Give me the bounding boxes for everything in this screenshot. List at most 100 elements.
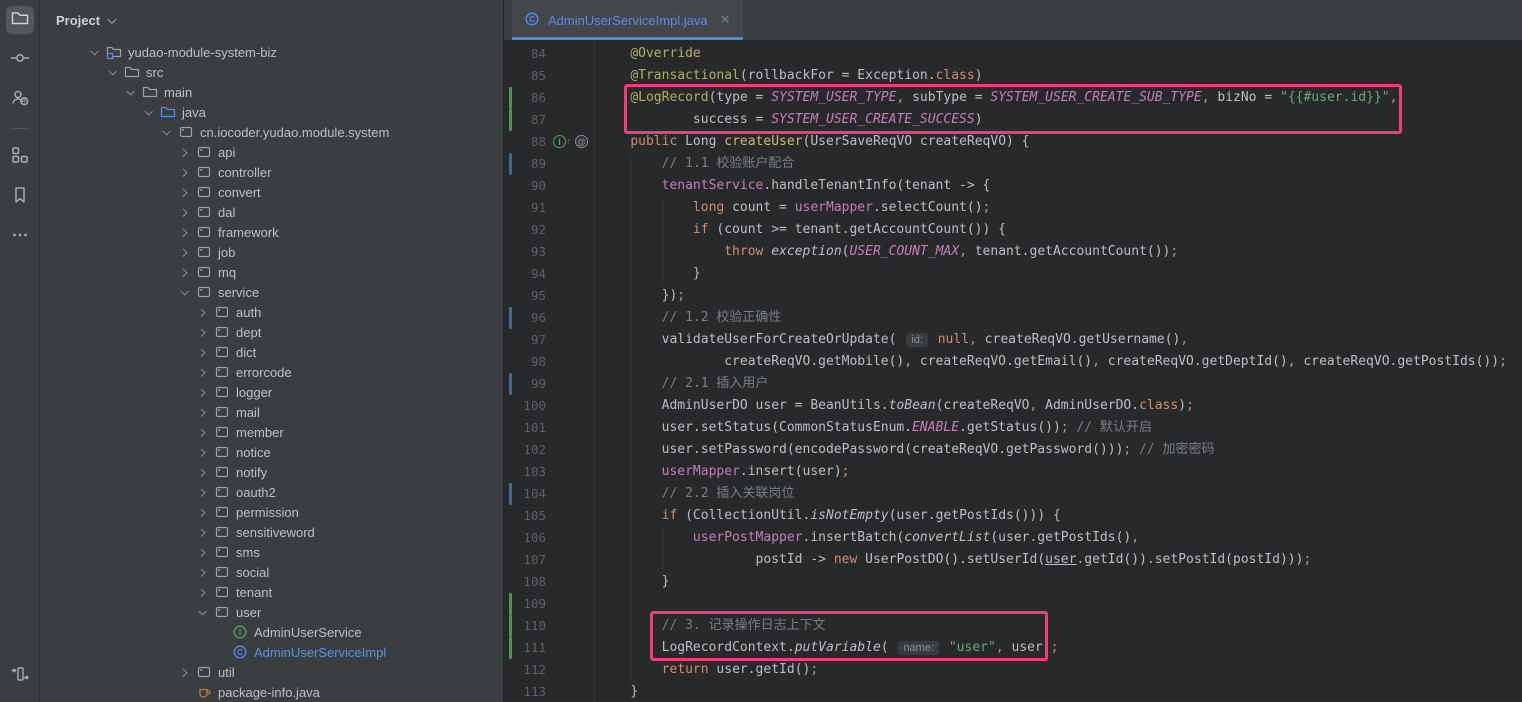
- code-line-84[interactable]: 84 @Override: [504, 43, 1522, 65]
- code-line-111[interactable]: 111 LogRecordContext.putVariable( name: …: [504, 637, 1522, 659]
- line-number[interactable]: 101: [504, 417, 546, 439]
- tree-item-src[interactable]: src: [40, 62, 503, 82]
- tree-chevron-icon[interactable]: [172, 269, 195, 275]
- tree-chevron-icon[interactable]: [190, 569, 213, 575]
- tree-chevron-icon[interactable]: [190, 429, 213, 435]
- tree-item-notify[interactable]: notify: [40, 462, 503, 482]
- tree-item-dept[interactable]: dept: [40, 322, 503, 342]
- line-number[interactable]: 110: [504, 615, 546, 637]
- line-number[interactable]: 90: [504, 175, 546, 197]
- code-line-102[interactable]: 102 user.setPassword(encodePassword(crea…: [504, 439, 1522, 461]
- tree-item-dal[interactable]: dal: [40, 202, 503, 222]
- tree-item-framework[interactable]: framework: [40, 222, 503, 242]
- tree-item-api[interactable]: api: [40, 142, 503, 162]
- line-number[interactable]: 109: [504, 593, 546, 615]
- line-number[interactable]: 100: [504, 395, 546, 417]
- line-number[interactable]: 94: [504, 263, 546, 285]
- code-line-110[interactable]: 110 // 3. 记录操作日志上下文: [504, 615, 1522, 637]
- implements-icon[interactable]: I: [553, 135, 566, 148]
- tree-chevron-icon[interactable]: [190, 349, 213, 355]
- code-line-104[interactable]: 104 // 2.2 插入关联岗位: [504, 483, 1522, 505]
- code-line-91[interactable]: 91 long count = userMapper.selectCount()…: [504, 197, 1522, 219]
- tree-chevron-icon[interactable]: [190, 309, 213, 315]
- tree-chevron-icon[interactable]: [118, 89, 141, 95]
- tree-item-java[interactable]: java: [40, 102, 503, 122]
- code-line-90[interactable]: 90 tenantService.handleTenantInfo(tenant…: [504, 175, 1522, 197]
- code-line-96[interactable]: 96 // 1.2 校验正确性: [504, 307, 1522, 329]
- tree-item-user[interactable]: user: [40, 602, 503, 622]
- tree-chevron-icon[interactable]: [172, 249, 195, 255]
- code-line-99[interactable]: 99 // 2.1 插入用户: [504, 373, 1522, 395]
- tree-chevron-icon[interactable]: [190, 369, 213, 375]
- line-number[interactable]: 87: [504, 109, 546, 131]
- line-number[interactable]: 93: [504, 241, 546, 263]
- code-line-98[interactable]: 98 createReqVO.getMobile(), createReqVO.…: [504, 351, 1522, 373]
- tree-chevron-icon[interactable]: [154, 129, 177, 135]
- line-number[interactable]: 106: [504, 527, 546, 549]
- code-line-112[interactable]: 112 return user.getId();: [504, 659, 1522, 681]
- line-number[interactable]: 102: [504, 439, 546, 461]
- tree-chevron-icon[interactable]: [190, 609, 213, 615]
- line-number[interactable]: 91: [504, 197, 546, 219]
- line-number[interactable]: 99: [504, 373, 546, 395]
- tree-chevron-icon[interactable]: [172, 169, 195, 175]
- pull-requests-tool-button[interactable]: ?: [6, 86, 34, 114]
- code-line-109[interactable]: 109: [504, 593, 1522, 615]
- tree-chevron-icon[interactable]: [190, 449, 213, 455]
- tree-chevron-icon[interactable]: [190, 529, 213, 535]
- tree-chevron-icon[interactable]: [82, 49, 105, 55]
- tree-item-yudao-module-system-biz[interactable]: yudao-module-system-biz: [40, 42, 503, 62]
- tree-item-tenant[interactable]: tenant: [40, 582, 503, 602]
- line-number[interactable]: 88: [504, 131, 546, 153]
- tree-chevron-icon[interactable]: [172, 149, 195, 155]
- more-tools-button[interactable]: [6, 223, 34, 251]
- line-number[interactable]: 95: [504, 285, 546, 307]
- tree-chevron-icon[interactable]: [172, 229, 195, 235]
- project-tool-button[interactable]: [6, 6, 34, 34]
- code-line-106[interactable]: 106 userPostMapper.insertBatch(convertLi…: [504, 527, 1522, 549]
- line-number[interactable]: 96: [504, 307, 546, 329]
- line-number[interactable]: 103: [504, 461, 546, 483]
- code-line-85[interactable]: 85 @Transactional(rollbackFor = Exceptio…: [504, 65, 1522, 87]
- line-number[interactable]: 107: [504, 549, 546, 571]
- line-number[interactable]: 85: [504, 65, 546, 87]
- tree-item-social[interactable]: social: [40, 562, 503, 582]
- tree-item-sms[interactable]: sms: [40, 542, 503, 562]
- code-line-89[interactable]: 89 // 1.1 校验账户配合: [504, 153, 1522, 175]
- tree-item-permission[interactable]: permission: [40, 502, 503, 522]
- tree-chevron-icon[interactable]: [190, 329, 213, 335]
- bottom-dock-tool-button[interactable]: [6, 662, 34, 690]
- tab-close-icon[interactable]: ✕: [720, 12, 731, 28]
- line-number[interactable]: 98: [504, 351, 546, 373]
- tree-chevron-icon[interactable]: [172, 189, 195, 195]
- bookmarks-tool-button[interactable]: [6, 183, 34, 211]
- line-number[interactable]: 84: [504, 43, 546, 65]
- tree-item-notice[interactable]: notice: [40, 442, 503, 462]
- tree-item-member[interactable]: member: [40, 422, 503, 442]
- annotation-icon[interactable]: @: [575, 135, 588, 148]
- code-editor[interactable]: 84 @Override85 @Transactional(rollbackFo…: [504, 40, 1522, 702]
- line-number[interactable]: 113: [504, 681, 546, 702]
- code-line-105[interactable]: 105 if (CollectionUtil.isNotEmpty(user.g…: [504, 505, 1522, 527]
- code-line-100[interactable]: 100 AdminUserDO user = BeanUtils.toBean(…: [504, 395, 1522, 417]
- tree-item-cn-iocoder-yudao-module-system[interactable]: cn.iocoder.yudao.module.system: [40, 122, 503, 142]
- tree-item-logger[interactable]: logger: [40, 382, 503, 402]
- tree-item-package-info-java[interactable]: package-info.java: [40, 682, 503, 702]
- tree-chevron-icon[interactable]: [100, 69, 123, 75]
- tree-item-mail[interactable]: mail: [40, 402, 503, 422]
- tree-item-sensitiveword[interactable]: sensitiveword: [40, 522, 503, 542]
- tree-item-util[interactable]: util: [40, 662, 503, 682]
- code-line-103[interactable]: 103 userMapper.insert(user);: [504, 461, 1522, 483]
- tree-chevron-icon[interactable]: [172, 289, 195, 295]
- code-line-107[interactable]: 107 postId -> new UserPostDO().setUserId…: [504, 549, 1522, 571]
- tree-item-adminuserservice[interactable]: IAdminUserService: [40, 622, 503, 642]
- tree-chevron-icon[interactable]: [190, 549, 213, 555]
- code-line-97[interactable]: 97 validateUserForCreateOrUpdate( id: nu…: [504, 329, 1522, 351]
- tree-item-auth[interactable]: auth: [40, 302, 503, 322]
- tree-item-errorcode[interactable]: errorcode: [40, 362, 503, 382]
- code-line-93[interactable]: 93 throw exception(USER_COUNT_MAX, tenan…: [504, 241, 1522, 263]
- tree-item-controller[interactable]: controller: [40, 162, 503, 182]
- line-number[interactable]: 105: [504, 505, 546, 527]
- line-number[interactable]: 86: [504, 87, 546, 109]
- commit-tool-button[interactable]: [6, 46, 34, 74]
